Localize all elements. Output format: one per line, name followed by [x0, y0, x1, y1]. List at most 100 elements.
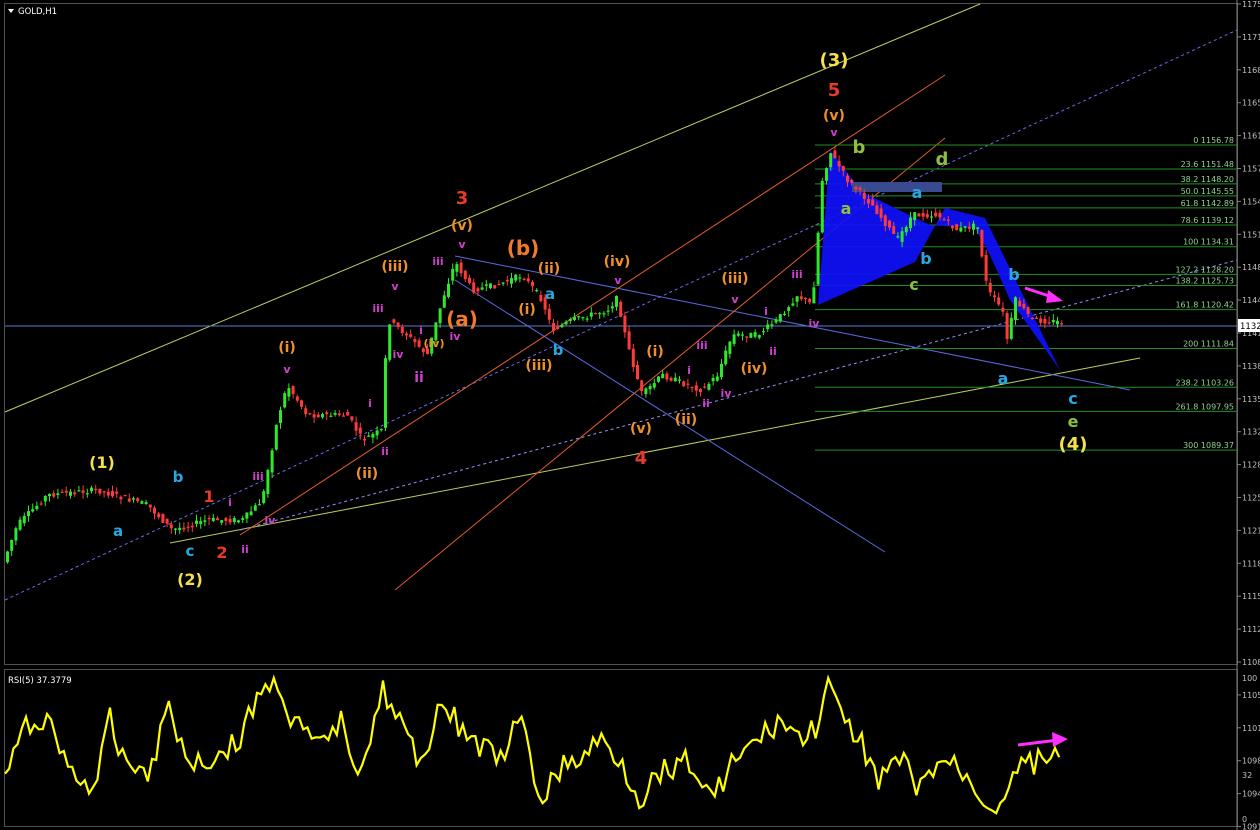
candle-body: [791, 303, 795, 306]
candle-body: [1022, 303, 1026, 309]
wave-label: v: [391, 280, 399, 293]
rsi-line: [4, 674, 1061, 815]
fib-level-label: 161.8 1120.42: [1175, 301, 1234, 310]
candle-body: [896, 236, 900, 238]
price-tick-label: 1121: [1242, 526, 1260, 535]
candle-body: [673, 377, 677, 382]
price-tick-label: 1168: [1242, 66, 1260, 75]
candle-body: [652, 383, 656, 388]
candle-body: [354, 422, 358, 431]
wave-label: a: [545, 285, 555, 303]
candle-body: [94, 488, 98, 491]
wave-label: i: [368, 397, 372, 410]
wave-label: (3): [820, 50, 849, 71]
candle-body: [741, 334, 744, 336]
candle-body: [1039, 318, 1043, 323]
candle-body: [123, 495, 127, 497]
candle-body: [699, 389, 702, 392]
candle-body: [749, 333, 753, 338]
candle-body: [325, 412, 329, 415]
wave-label: 5: [828, 80, 841, 101]
wave-label: ii: [769, 345, 777, 358]
wave-label: (ii): [356, 466, 378, 482]
candle-body: [547, 308, 551, 320]
candle-body: [589, 312, 593, 317]
candle-body: [904, 227, 908, 233]
price-tick-label: 1125: [1242, 494, 1260, 503]
candle-body: [627, 331, 631, 350]
candle-body: [480, 287, 484, 290]
candle-body: [909, 217, 912, 228]
price-tick-label: 1161: [1242, 132, 1260, 141]
candle-body: [169, 524, 173, 529]
price-tick-label: 1098: [1242, 757, 1260, 766]
candle-body: [888, 220, 891, 228]
candle-body: [77, 490, 81, 492]
candle-body: [501, 282, 505, 284]
candle-body: [367, 435, 371, 437]
candle-body: [249, 511, 253, 516]
rsi-tick-label: 100: [1242, 674, 1257, 683]
candle-body: [10, 539, 14, 551]
candle-body: [190, 525, 194, 528]
wave-label: v: [458, 238, 466, 251]
price-tick-label: 1144: [1242, 296, 1260, 305]
symbol-label: GOLD,H1: [8, 7, 57, 17]
fib-level-label: 261.8 1097.95: [1175, 402, 1234, 411]
candle-body: [195, 520, 198, 524]
candle-body: [207, 517, 211, 520]
wave-label: iii: [372, 302, 383, 315]
candle-body: [804, 297, 807, 299]
candle-body: [925, 214, 929, 218]
candle-body: [216, 518, 219, 521]
candle-body: [976, 227, 980, 229]
candle-body: [518, 277, 522, 279]
wave-label: (iv): [741, 361, 768, 377]
candle-body: [648, 386, 652, 390]
candle-body: [539, 294, 543, 302]
wave-label: iii: [696, 339, 707, 352]
candle-body: [623, 315, 627, 333]
candle-body: [724, 350, 728, 365]
candle-body: [1035, 317, 1038, 319]
candle-body: [560, 324, 564, 328]
price-tick-label: 1108: [1242, 658, 1260, 667]
wave-label: i: [419, 324, 423, 337]
candle-body: [489, 283, 492, 289]
candle-body: [405, 333, 408, 336]
svg-text:1132: 1132: [1240, 322, 1260, 332]
candle-body: [867, 199, 870, 204]
candle-body: [930, 216, 933, 218]
candle-body: [778, 314, 782, 322]
candle-body: [799, 296, 803, 300]
candle-body: [640, 380, 644, 391]
price-tick-label: 1128: [1242, 461, 1260, 470]
candle-body: [245, 512, 249, 519]
candle-body: [127, 498, 131, 502]
candle-body: [657, 376, 660, 382]
fib-level-label: 238.2 1103.26: [1175, 378, 1234, 387]
candle-body: [241, 518, 245, 520]
candle-body: [644, 388, 648, 395]
wave-label: d: [936, 149, 949, 170]
candle-body: [237, 520, 240, 523]
candle-body: [715, 376, 719, 381]
candle-body: [379, 428, 383, 431]
candle-body: [871, 199, 875, 206]
candle-body: [774, 319, 778, 323]
candle-body: [829, 153, 833, 168]
wave-label: a: [998, 369, 1009, 388]
candle-body: [703, 386, 707, 388]
candle-body: [732, 334, 736, 344]
candle-body: [199, 521, 203, 524]
wave-label: (2): [177, 570, 203, 589]
price-tick-label: 1135: [1242, 395, 1260, 404]
chart-window[interactable]: 0 1156.78 23.6 1151.48 38.2 1148.20 50.0 11…: [0, 0, 1260, 830]
current-price-marker: 1132: [1238, 319, 1260, 332]
candle-body: [342, 415, 345, 417]
candle-body: [203, 520, 207, 522]
candle-body: [287, 388, 291, 397]
chart-frame: [4, 0, 1238, 830]
candle-body: [228, 518, 232, 523]
wave-label: (v): [823, 108, 845, 124]
